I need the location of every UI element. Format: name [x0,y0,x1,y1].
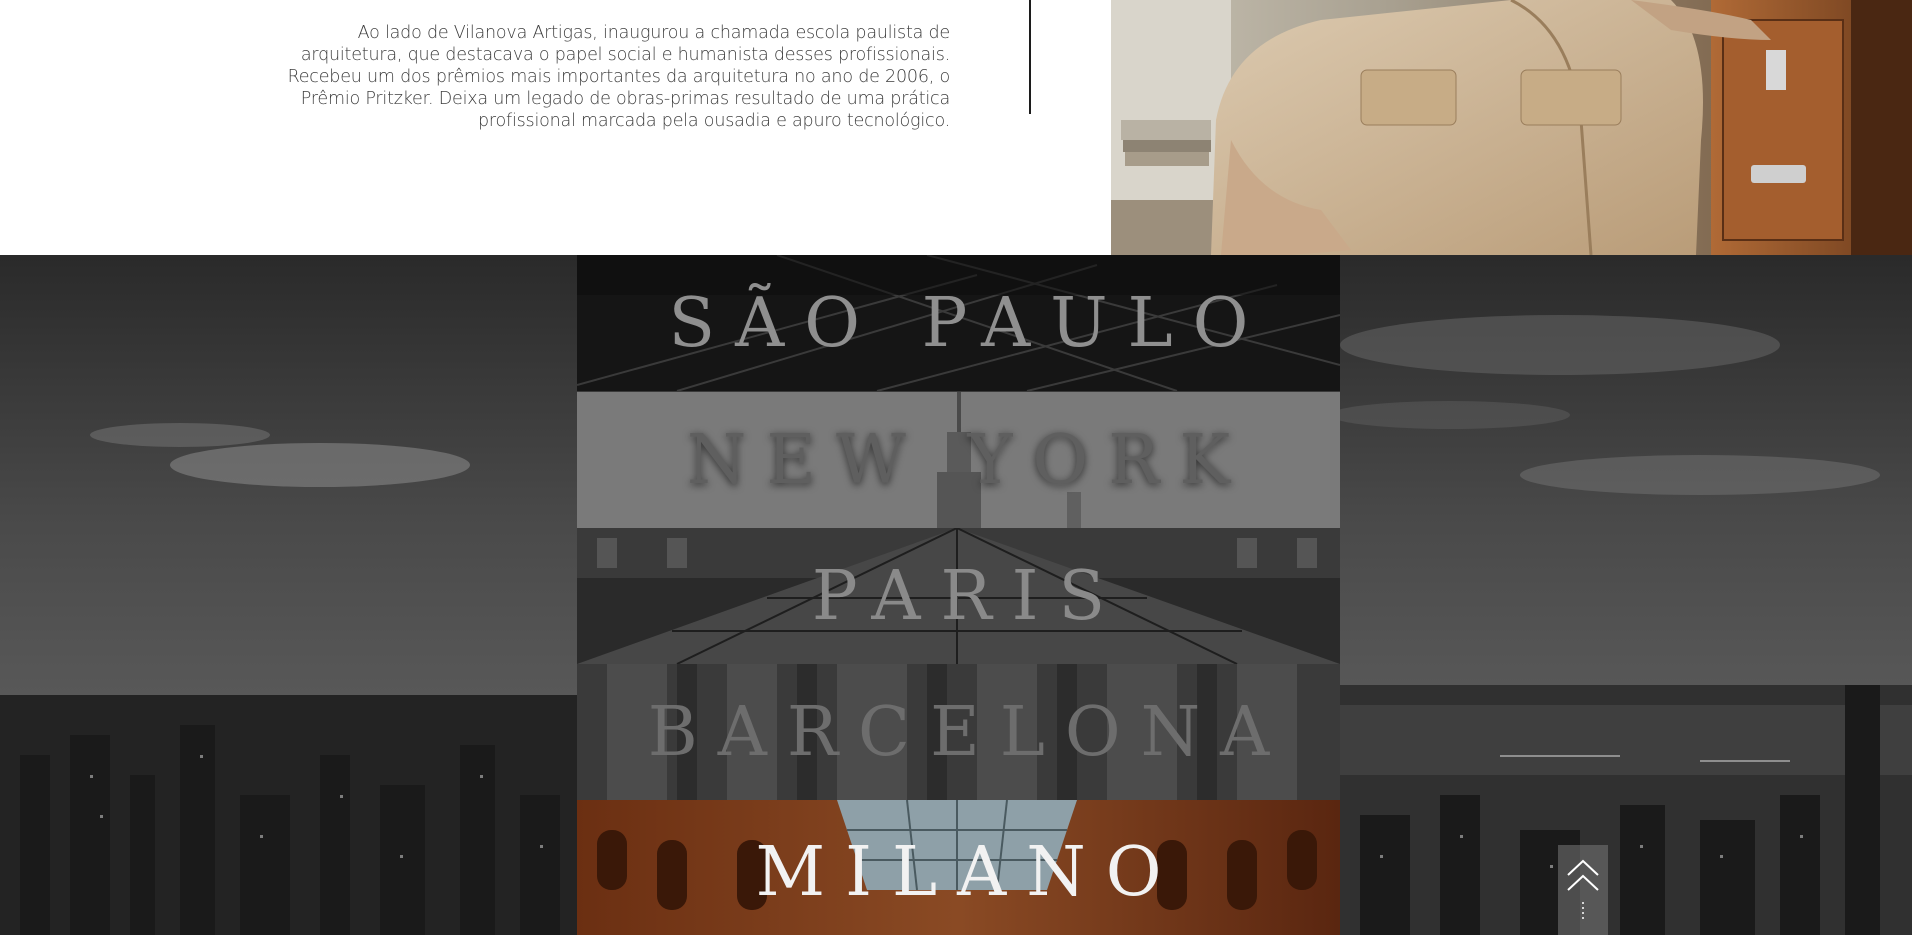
double-chevron-up-icon [1567,859,1599,919]
scroll-to-top-button[interactable] [1558,845,1608,935]
vertical-divider [1029,0,1031,114]
city-item-sao-paulo[interactable]: SÃO PAULO [577,255,1340,391]
city-name: BARCELONA [647,692,1290,772]
city-name: NEW YORK [686,420,1251,500]
city-name: PARIS [811,556,1126,636]
cities-section: SÃO PAULO NEW YORK PARIS BARCELONA MILAN… [0,255,1912,935]
city-item-new-york[interactable]: NEW YORK [577,392,1340,528]
city-name: SÃO PAULO [668,283,1269,363]
about-section: Ao lado de Vilanova Artigas, inaugurou a… [0,0,1912,255]
architect-bio-text: Ao lado de Vilanova Artigas, inaugurou a… [287,22,951,131]
city-item-milano[interactable]: MILANO [577,800,1340,935]
architect-portrait-photo [1111,0,1912,255]
city-item-paris[interactable]: PARIS [577,528,1340,664]
city-item-barcelona[interactable]: BARCELONA [577,664,1340,800]
city-list: SÃO PAULO NEW YORK PARIS BARCELONA MILAN… [577,255,1340,935]
city-name: MILANO [755,832,1182,912]
